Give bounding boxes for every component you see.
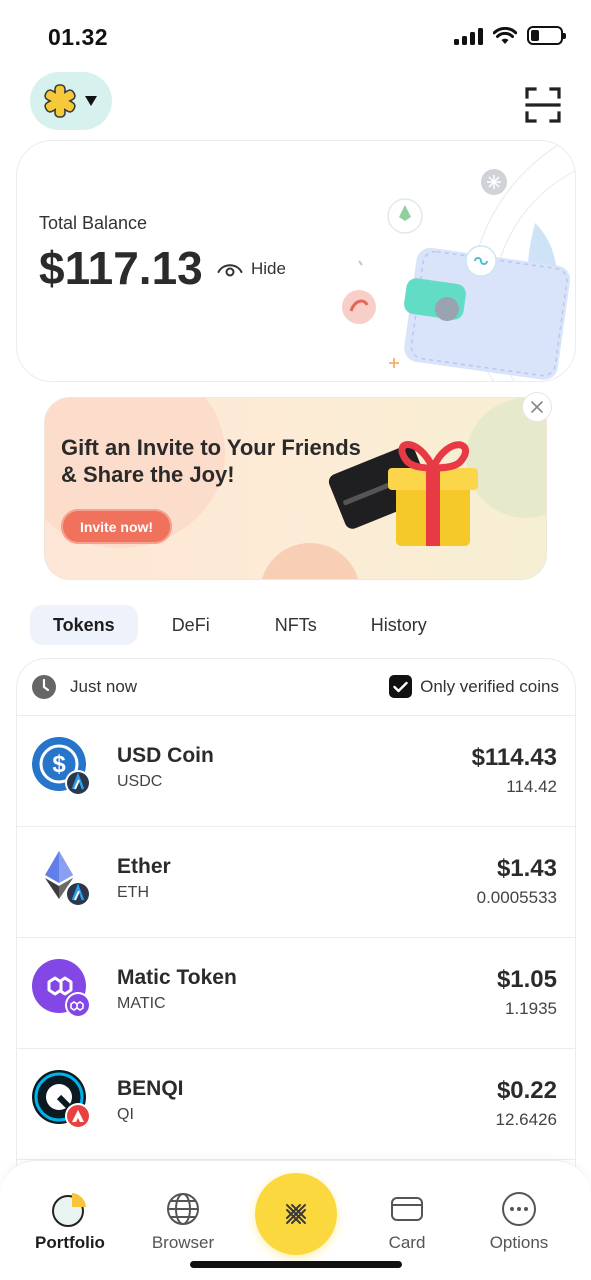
verified-coins-toggle[interactable]: Only verified coins (389, 675, 559, 698)
wifi-icon (493, 26, 517, 44)
token-value: $0.22 (496, 1077, 557, 1104)
invite-now-button[interactable]: Invite now! (61, 509, 172, 544)
wallet-switch-button[interactable] (30, 72, 112, 130)
token-name: BENQI (117, 1077, 184, 1100)
close-promo-button[interactable] (522, 392, 552, 422)
hide-balance-toggle[interactable]: Hide (217, 259, 286, 279)
battery-icon (527, 26, 566, 45)
scan-button[interactable] (525, 87, 561, 123)
token-row[interactable]: BENQI QI $0.22 12.6426 (17, 1049, 575, 1160)
nav-options[interactable]: Options (469, 1191, 569, 1253)
token-amount: 114.42 (506, 777, 557, 796)
token-amount: 12.6426 (495, 1110, 557, 1129)
last-update-text: Just now (70, 677, 138, 696)
status-icons (454, 26, 566, 45)
avalanche-icon (65, 1103, 91, 1129)
clock-icon (32, 675, 56, 699)
token-value: $1.43 (496, 855, 557, 882)
tab-nfts[interactable]: NFTs (244, 605, 348, 645)
nav-card[interactable]: Card (357, 1191, 457, 1253)
nav-card-label: Card (388, 1233, 426, 1252)
token-name: Ether (117, 855, 171, 878)
promo-title: Gift an Invite to Your Friends & Share t… (61, 435, 361, 487)
benqi-icon (32, 1070, 91, 1129)
polygon-icon (32, 959, 91, 1018)
usdc-icon: $ (32, 737, 91, 796)
nav-browser-label: Browser (151, 1233, 215, 1252)
token-symbol: QI (117, 1106, 134, 1123)
checkmark-icon (393, 681, 408, 692)
token-row[interactable]: Matic Token MATIC $1.05 1.1935 (17, 938, 575, 1049)
token-name: USD Coin (117, 744, 214, 767)
portfolio-pie-icon (52, 1193, 86, 1227)
token-symbol: ETH (117, 884, 149, 901)
swap-icon (286, 1204, 306, 1224)
list-meta-bar: Just now Only verified coins (17, 659, 575, 716)
nav-portfolio[interactable]: Portfolio (20, 1191, 120, 1253)
ethereum-icon (45, 851, 91, 907)
home-indicator (190, 1261, 402, 1268)
status-time: 01.32 (48, 24, 109, 50)
token-name: Matic Token (117, 966, 237, 989)
token-symbol: MATIC (117, 995, 166, 1012)
card-icon (391, 1197, 423, 1221)
token-row[interactable]: Ether ETH $1.43 0.0005533 (17, 827, 575, 938)
caret-down-icon (85, 96, 97, 106)
swap-button[interactable] (255, 1173, 337, 1255)
verified-checkbox[interactable] (389, 675, 413, 698)
last-update: Just now (32, 675, 137, 699)
token-row[interactable]: $ USD Coin USDC $114.43 114.42 (17, 716, 575, 827)
asterisk-logo-icon (44, 84, 76, 118)
polygon-network-icon (65, 992, 91, 1018)
more-icon (502, 1192, 536, 1226)
bottom-nav: Portfolio Browser Card Options (0, 1160, 591, 1280)
portfolio-tabs: Tokens DeFi NFTs History (30, 605, 450, 645)
hide-label: Hide (251, 259, 286, 278)
wallet-illustration-icon (342, 141, 575, 381)
close-icon (531, 401, 543, 413)
status-bar: 01.32 (0, 0, 591, 70)
total-balance-label: Total Balance (39, 213, 148, 233)
tab-history[interactable]: History (348, 605, 450, 645)
total-balance-value: $117.13 (39, 242, 203, 294)
nav-portfolio-label: Portfolio (35, 1233, 105, 1252)
cellular-signal-icon (454, 27, 483, 45)
verified-label: Only verified coins (420, 676, 559, 696)
scan-icon (525, 87, 561, 123)
tab-defi[interactable]: DeFi (138, 605, 244, 645)
token-value: $1.05 (496, 966, 557, 993)
balance-card: Total Balance $117.13 Hide (16, 140, 576, 382)
arbitrum-icon (65, 881, 91, 907)
nav-options-label: Options (489, 1233, 549, 1252)
gift-box-icon (328, 441, 478, 546)
globe-icon (167, 1193, 199, 1225)
tab-tokens[interactable]: Tokens (30, 605, 138, 645)
nav-browser[interactable]: Browser (133, 1191, 233, 1253)
token-amount: 0.0005533 (476, 888, 557, 907)
invite-promo-banner[interactable]: Gift an Invite to Your Friends & Share t… (44, 397, 547, 580)
token-amount: 1.1935 (505, 999, 557, 1018)
token-value: $114.43 (471, 744, 557, 771)
token-symbol: USDC (117, 773, 163, 790)
battery-level (531, 30, 539, 41)
svg-text:$: $ (52, 751, 66, 778)
arbitrum-icon (65, 770, 91, 796)
eye-icon (217, 264, 243, 277)
